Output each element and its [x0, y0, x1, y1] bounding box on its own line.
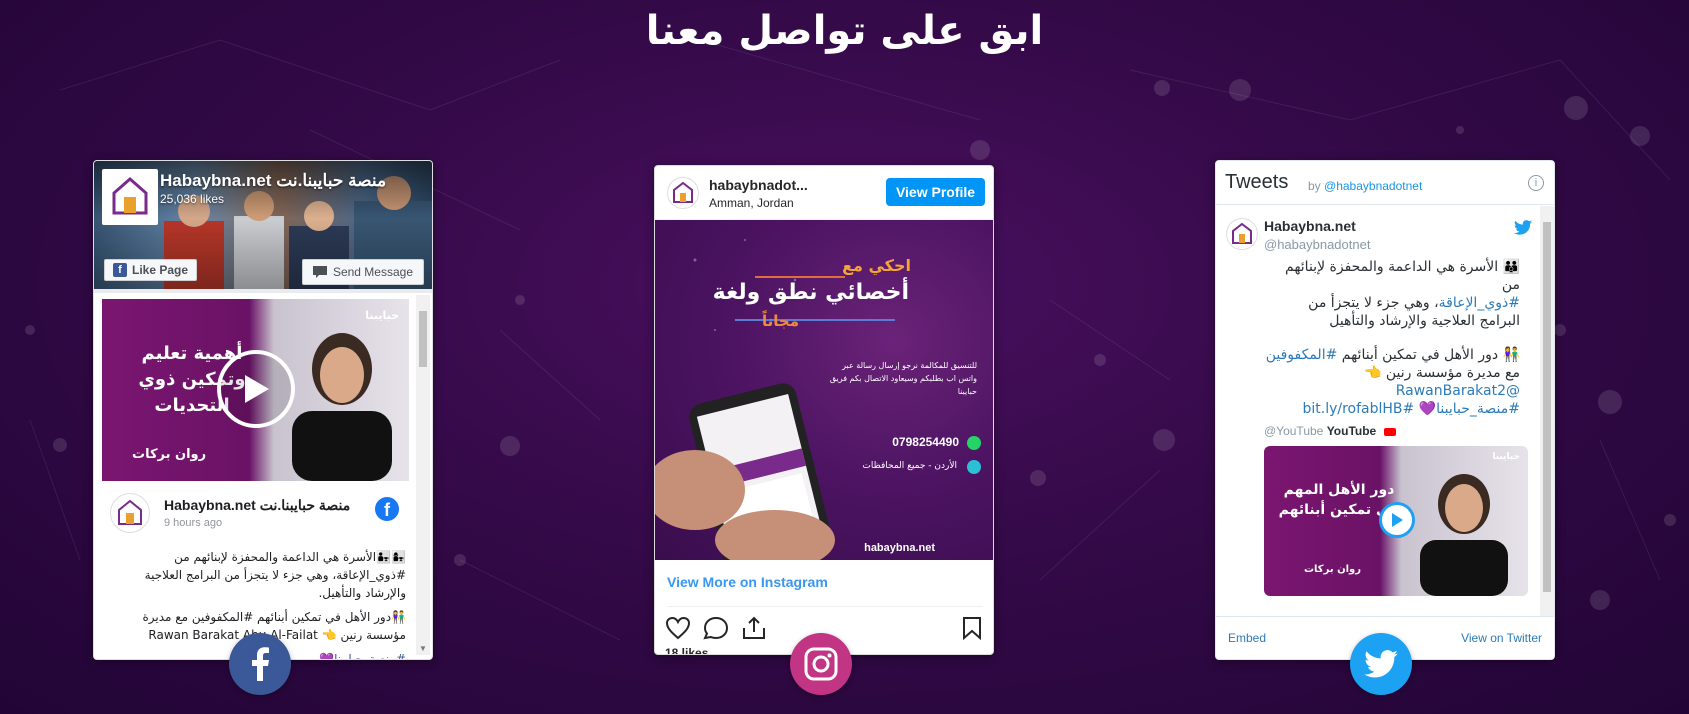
- image-title-line-1: احكي مع: [842, 256, 911, 275]
- image-title-line-2: أخصائي نطق ولغة: [712, 280, 909, 305]
- instagram-post-widget: habaybnadot... Amman, Jordan View Profil…: [654, 165, 994, 655]
- facebook-post-header: Habaybna.net منصة حبايبنا.نت 9 hours ago…: [102, 489, 409, 539]
- whatsapp-icon: [967, 436, 981, 450]
- tweet-line-3: 👫 دور الأهل في تمكين أبنائهم: [1341, 347, 1520, 363]
- post-timestamp[interactable]: 9 hours ago: [164, 517, 222, 529]
- facebook-logo-icon: f: [375, 497, 399, 521]
- instagram-social-button[interactable]: [790, 633, 852, 695]
- video-presenter-name: روان بركات: [132, 447, 207, 462]
- image-location-text: الأردن - جميع المحافظات: [862, 461, 957, 471]
- scroll-thumb[interactable]: [1543, 222, 1551, 592]
- video-brand-logo: حبايبنا: [365, 309, 399, 322]
- message-icon: [312, 266, 327, 278]
- play-icon: [1392, 513, 1403, 527]
- youtube-handle[interactable]: @YouTube: [1264, 424, 1323, 438]
- page-title: ابق على تواصل معنا: [645, 8, 1044, 54]
- send-message-label: Send Message: [332, 265, 413, 279]
- twitter-header: Tweets by @habaybnadotnet i: [1216, 161, 1554, 205]
- instagram-username[interactable]: habaybnadot...: [709, 177, 808, 193]
- video-play-button[interactable]: [217, 350, 295, 428]
- tweet-video-card[interactable]: دور الأهل المهم في تمكين أبنائهم روان بر…: [1264, 446, 1528, 596]
- instagram-location[interactable]: Amman, Jordan: [709, 196, 794, 210]
- instagram-icon: [804, 647, 838, 681]
- instagram-avatar[interactable]: [667, 177, 699, 209]
- view-on-twitter-link[interactable]: View on Twitter: [1461, 631, 1542, 645]
- image-website-text: habaybna.net: [864, 542, 935, 554]
- tweets-title: Tweets: [1225, 171, 1289, 193]
- location-pin-icon: [967, 460, 981, 474]
- image-note-text: للتنسيق للمكالمة نرجو إرسال رسالة عبر وا…: [829, 361, 977, 396]
- instagram-header: habaybnadot... Amman, Jordan View Profil…: [655, 166, 993, 220]
- facebook-page-name[interactable]: Habaybna.net منصة حبايبنا.نت: [160, 171, 386, 191]
- habaybna-logo[interactable]: [102, 169, 158, 225]
- video-card-play-button[interactable]: [1379, 502, 1415, 538]
- bookmark-icon[interactable]: [961, 616, 983, 640]
- tweet-mention[interactable]: @RawanBarakat2: [1396, 383, 1520, 399]
- tweet-hashtag-1[interactable]: #ذوي_الإعاقة: [1439, 295, 1520, 311]
- comment-icon[interactable]: [703, 616, 729, 640]
- twitter-timeline[interactable]: Habaybna.net @habaybnadotnet 👪 الأسرة هي…: [1216, 206, 1554, 616]
- facebook-cover-photo: Habaybna.net منصة حبايبنا.نت 25,036 like…: [94, 161, 432, 289]
- instagram-post-image[interactable]: احكي مع أخصائي نطق ولغة مجاناً للتنسيق ل…: [655, 220, 993, 560]
- tweets-by-handle[interactable]: @habaybnadotnet: [1324, 179, 1422, 193]
- divider: [667, 606, 983, 607]
- youtube-name[interactable]: YouTube: [1327, 424, 1377, 438]
- tweet-hashtag-2[interactable]: #المكفوفين: [1266, 347, 1338, 363]
- embed-link[interactable]: Embed: [1228, 631, 1266, 645]
- view-more-on-instagram-link[interactable]: View More on Instagram: [667, 574, 828, 590]
- post-page-name[interactable]: Habaybna.net منصة حبايبنا.نت: [164, 497, 350, 514]
- twitter-icon: [1364, 650, 1398, 678]
- tweet-author-handle[interactable]: @habaybnadotnet: [1264, 237, 1370, 252]
- video-card-presenter-name: روان بركات: [1304, 564, 1362, 575]
- view-profile-button[interactable]: View Profile: [886, 178, 985, 206]
- youtube-icon: [1383, 427, 1396, 436]
- tweet-line-1: 👪 الأسرة هي الداعمة والمحفزة لإبنائهم من: [1285, 259, 1520, 293]
- image-phone-number: 0798254490: [892, 435, 959, 449]
- image-title-line-3: مجاناً: [762, 312, 799, 330]
- post-avatar[interactable]: [110, 493, 150, 533]
- info-icon[interactable]: i: [1528, 175, 1544, 191]
- facebook-page-widget: Habaybna.net منصة حبايبنا.نت 25,036 like…: [93, 160, 433, 660]
- scroll-down-arrow-icon[interactable]: ▼: [419, 644, 427, 653]
- presenter-photo: [1420, 474, 1508, 596]
- post-paragraph-1: 👩‍👧👨‍👧الأسرة هي الداعمة والمحفزة لإبنائه…: [144, 550, 406, 600]
- like-page-button[interactable]: f Like Page: [104, 259, 198, 281]
- send-message-button[interactable]: Send Message: [301, 259, 424, 285]
- tweet-line-4: مع مديرة مؤسسة رنين 👈: [1364, 365, 1520, 381]
- facebook-feed[interactable]: أهمية تعليم وتمكين ذوي التحديات روان برك…: [94, 293, 432, 659]
- play-icon: [245, 375, 269, 403]
- tweet-avatar[interactable]: [1226, 218, 1258, 250]
- facebook-icon: [252, 647, 269, 681]
- facebook-likes-count: 25,036 likes: [160, 192, 225, 206]
- tweets-by-label: by @habaybnadotnet: [1308, 179, 1422, 193]
- facebook-video-post[interactable]: أهمية تعليم وتمكين ذوي التحديات روان برك…: [102, 299, 409, 481]
- facebook-scrollbar[interactable]: ▼: [416, 295, 430, 655]
- instagram-likes-count[interactable]: 18 likes: [665, 646, 708, 654]
- tweet-text: 👪 الأسرة هي الداعمة والمحفزة لإبنائهم من…: [1264, 258, 1520, 418]
- tweet-author-name[interactable]: Habaybna.net: [1264, 218, 1356, 234]
- twitter-bird-icon[interactable]: [1514, 220, 1532, 235]
- tweet-line-5[interactable]: #منصة_حبايبنا💜 #bit.ly/rofablHB: [1302, 401, 1520, 417]
- twitter-social-button[interactable]: [1350, 633, 1412, 695]
- heart-icon[interactable]: [665, 616, 691, 640]
- by-prefix: by: [1308, 179, 1321, 193]
- youtube-attribution[interactable]: @YouTube YouTube: [1264, 424, 1396, 438]
- twitter-scrollbar[interactable]: [1540, 206, 1554, 616]
- share-icon[interactable]: [741, 616, 767, 640]
- scroll-thumb[interactable]: [419, 311, 427, 367]
- video-card-brand-logo: حبايبنا: [1492, 452, 1520, 462]
- twitter-timeline-widget: Tweets by @habaybnadotnet i Habaybna.net…: [1215, 160, 1555, 660]
- facebook-f-icon: f: [113, 263, 127, 277]
- like-page-label: Like Page: [132, 263, 189, 277]
- facebook-social-button[interactable]: [229, 633, 291, 695]
